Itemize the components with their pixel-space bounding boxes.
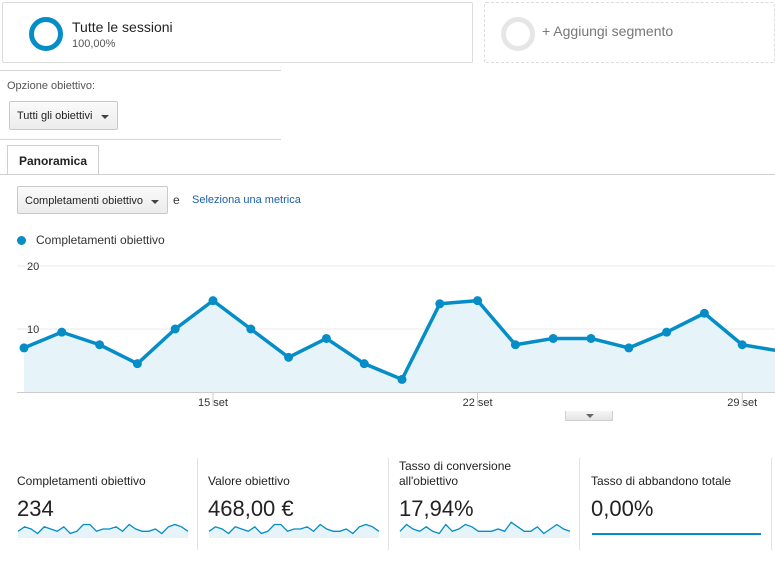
select-metric-link[interactable]: Seleziona una metrica [192, 194, 301, 206]
chevron-down-icon [101, 115, 109, 119]
sparkline-area [18, 524, 188, 538]
data-point [284, 352, 294, 362]
metric-label: Tasso di abbandono totale [591, 474, 732, 488]
data-point [737, 340, 747, 350]
data-point [586, 333, 596, 343]
sparkline [17, 523, 189, 538]
data-point [699, 308, 709, 318]
metric-divider [771, 458, 772, 550]
segment-percentage: 100,00% [72, 38, 116, 50]
data-point [473, 296, 483, 306]
chart-collapse-toggle[interactable] [565, 411, 613, 421]
sparkline-area [400, 522, 570, 538]
x-tick-label: 15 set [198, 397, 228, 409]
metric-total-abandonment-rate[interactable]: Tasso di abbandono totale 0,00% [591, 458, 771, 550]
x-tick-label: 29 set [727, 397, 757, 409]
metric-divider [388, 458, 389, 550]
metric-value: 234 [17, 496, 54, 521]
chevron-down-icon [586, 414, 594, 418]
metric-conjunction: e [173, 193, 180, 207]
data-point [624, 343, 634, 353]
metric-value: 0,00% [591, 496, 654, 521]
empty-segment-ring-icon [501, 17, 535, 51]
segment-card-all-sessions[interactable]: Tutte le sessioni 100,00% [2, 2, 473, 63]
y-tick-label: 20 [27, 261, 39, 273]
metric-divider [579, 458, 580, 550]
data-point [170, 324, 180, 334]
data-point [57, 327, 67, 337]
segment-title: Tutte le sessioni [72, 19, 173, 35]
add-segment-button[interactable]: + Aggiungi segmento [484, 2, 775, 63]
sparkline [592, 533, 761, 535]
legend-series-label: Completamenti obiettivo [36, 233, 165, 247]
data-point [19, 343, 29, 353]
metric-goal-value[interactable]: Valore obiettivo 468,00 € [208, 458, 383, 550]
add-segment-label: + Aggiungi segmento [542, 23, 674, 39]
data-point [321, 333, 331, 343]
data-point [662, 327, 672, 337]
data-point [359, 359, 369, 369]
metric-dropdown[interactable]: Completamenti obiettivo [17, 186, 168, 214]
segment-ring-icon [29, 17, 63, 51]
data-point [246, 324, 256, 334]
sparkline [208, 523, 380, 538]
metric-goal-completions[interactable]: Completamenti obiettivo 234 [17, 458, 192, 550]
data-point [548, 333, 558, 343]
data-point [208, 296, 218, 306]
metric-dropdown-selected: Completamenti obiettivo [25, 195, 144, 207]
data-point [435, 299, 445, 309]
metric-goal-conversion-rate[interactable]: Tasso di conversione all'obiettivo 17,94… [399, 458, 574, 550]
metric-label: Completamenti obiettivo [17, 474, 146, 488]
tab-bar-line [0, 174, 775, 175]
data-point [132, 359, 142, 369]
metric-value: 468,00 € [208, 496, 294, 521]
data-point [95, 340, 105, 350]
goal-option-selected: Tutti gli obiettivi [17, 110, 93, 122]
data-point [397, 374, 407, 384]
goal-option-label: Opzione obiettivo: [7, 80, 96, 92]
line-chart: 20 10 15 set 22 set 29 set [17, 261, 775, 409]
legend-dot-icon [17, 236, 26, 245]
divider [0, 139, 281, 140]
data-point [510, 340, 520, 350]
sparkline-area [209, 524, 379, 538]
tab-overview[interactable]: Panoramica [7, 145, 99, 175]
chevron-down-icon [151, 200, 159, 204]
x-tick-label: 22 set [463, 397, 493, 409]
metric-divider [197, 458, 198, 550]
sparkline [399, 521, 571, 538]
y-tick-label: 10 [27, 324, 39, 336]
metric-label: Tasso di conversione all'obiettivo [399, 459, 512, 488]
metric-label: Valore obiettivo [208, 474, 290, 488]
divider [0, 70, 281, 71]
goal-option-dropdown[interactable]: Tutti gli obiettivi [9, 101, 118, 130]
metric-value: 17,94% [399, 496, 474, 521]
